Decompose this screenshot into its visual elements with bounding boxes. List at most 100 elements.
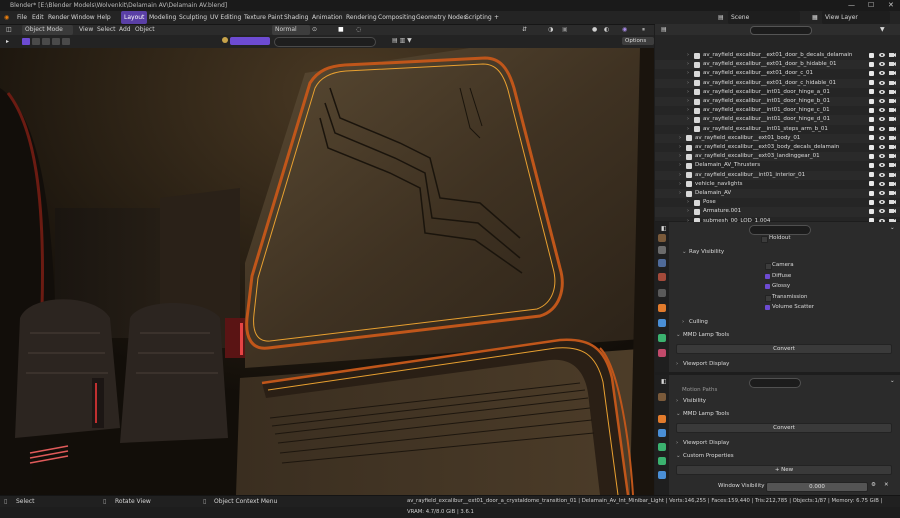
visibility-eye-icon[interactable] — [879, 116, 885, 122]
new-property-button[interactable]: + New — [676, 465, 892, 475]
render-camera-icon[interactable] — [889, 126, 896, 132]
expand-arrow-icon[interactable]: › — [687, 115, 689, 124]
custom-properties-toggle-icon[interactable]: ⌄ — [676, 453, 681, 459]
culling-toggle-icon[interactable]: › — [682, 319, 684, 325]
outliner-row[interactable]: › av_rayfield_excalibur__int01_door_hinge… — [655, 97, 900, 107]
modifier-tab-icon[interactable] — [658, 319, 666, 327]
mmd-lamp-tools-header[interactable]: MMD Lamp Tools — [683, 411, 729, 417]
render-camera-icon[interactable] — [889, 190, 896, 196]
blender-logo-icon[interactable]: ◉ — [4, 11, 9, 24]
convert-button[interactable]: Convert — [676, 344, 892, 354]
render-tab-icon[interactable] — [658, 246, 666, 254]
ray-checkbox[interactable] — [765, 294, 772, 302]
expand-arrow-icon[interactable]: › — [687, 198, 689, 207]
ray-checkbox[interactable] — [765, 305, 770, 310]
visibility-eye-icon[interactable] — [879, 126, 885, 132]
expand-arrow-icon[interactable]: › — [687, 69, 689, 78]
expand-arrow-icon[interactable]: › — [679, 189, 681, 198]
outliner-row[interactable]: › av_rayfield_excalibur__int01_door_hinge… — [655, 106, 900, 115]
menu-select[interactable]: Select — [97, 25, 116, 35]
render-camera-icon[interactable] — [889, 135, 896, 141]
visibility-eye-icon[interactable] — [879, 61, 885, 67]
editor-type-icon[interactable]: ◫ — [6, 25, 12, 35]
tab-shading[interactable]: Shading — [281, 11, 311, 24]
tab-scripting[interactable]: Scripting — [462, 11, 495, 24]
viewport-display-header[interactable]: Viewport Display — [683, 440, 729, 446]
outliner-row[interactable]: › av_rayfield_excalibur__int01_steps_arm_… — [655, 125, 900, 134]
visibility-filter-icon[interactable] — [222, 37, 228, 43]
exclude-checkbox[interactable] — [869, 135, 874, 141]
tab-animation[interactable]: Animation — [309, 11, 346, 24]
transform-orientation[interactable]: Normal — [272, 25, 310, 35]
menu-render[interactable]: Render — [48, 11, 69, 24]
physics-tab-icon[interactable] — [658, 334, 666, 342]
exclude-checkbox[interactable] — [869, 126, 874, 132]
window-visibility-field[interactable]: 0.000 — [766, 482, 868, 492]
motion-paths-header[interactable]: Motion Paths — [682, 387, 717, 393]
tab-texture-paint[interactable]: Texture Paint — [241, 11, 286, 24]
view-layer-tab-icon[interactable] — [658, 273, 666, 281]
menu-add[interactable]: Add — [119, 25, 131, 35]
outliner-editor-icon[interactable]: ▤ — [661, 26, 667, 33]
overlay-icon[interactable]: ◑ — [548, 25, 553, 35]
filter-toggles[interactable] — [230, 37, 270, 45]
outliner-row[interactable]: › av_rayfield_excalibur__ext03_body_decal… — [655, 143, 900, 152]
outliner-row[interactable]: › Armature.001 — [655, 207, 900, 217]
outliner-row[interactable]: › av_rayfield_excalibur__ext01_door_c_hid… — [655, 78, 900, 88]
shading-rendered-icon[interactable]: ◉ — [622, 25, 627, 35]
add-workspace-button[interactable]: + — [491, 11, 502, 24]
exclude-checkbox[interactable] — [869, 199, 874, 205]
render-camera-icon[interactable] — [889, 208, 896, 214]
render-camera-icon[interactable] — [889, 89, 896, 95]
snap-icon[interactable]: ■ — [338, 25, 344, 35]
ray-checkbox[interactable] — [765, 273, 770, 279]
visibility-eye-icon[interactable] — [879, 107, 885, 113]
menu-object[interactable]: Object — [135, 25, 155, 35]
toggle-sidebar-icon[interactable]: ⏸ — [642, 25, 645, 35]
outliner-row[interactable]: › Delamain_AV — [655, 189, 900, 199]
outliner-row[interactable]: › av_rayfield_excalibur__ext01_body_01 — [655, 133, 900, 143]
render-camera-icon[interactable] — [889, 61, 896, 67]
modifier-tab-icon[interactable] — [658, 429, 666, 437]
exclude-checkbox[interactable] — [869, 89, 874, 95]
tab-sculpting[interactable]: Sculpting — [176, 11, 210, 24]
viewport-display-header[interactable]: Viewport Display — [683, 361, 729, 367]
exclude-checkbox[interactable] — [869, 70, 874, 76]
expand-arrow-icon[interactable]: › — [687, 106, 689, 115]
visibility-eye-icon[interactable] — [879, 153, 885, 159]
xray-icon[interactable]: ▣ — [562, 25, 568, 35]
menu-window[interactable]: Window — [71, 11, 95, 24]
select-mode-subtract-icon[interactable] — [42, 38, 50, 45]
expand-arrow-icon[interactable]: › — [679, 152, 681, 161]
expand-arrow-icon[interactable]: › — [687, 79, 689, 88]
tool-tab-icon[interactable] — [658, 234, 666, 242]
menu-edit[interactable]: Edit — [32, 11, 44, 24]
expand-arrow-icon[interactable]: › — [679, 171, 681, 180]
render-camera-icon[interactable] — [889, 116, 896, 122]
visibility-eye-icon[interactable] — [879, 98, 885, 104]
properties-editor-icon[interactable]: ◧ — [661, 225, 667, 232]
custom-properties-header[interactable]: Custom Properties — [683, 453, 734, 459]
visibility-eye-icon[interactable] — [879, 135, 885, 141]
visibility-eye-icon[interactable] — [879, 70, 885, 76]
outliner-row[interactable]: › av_rayfield_excalibur__ext01_door_c_01 — [655, 69, 900, 78]
minimize-icon[interactable]: — — [848, 0, 855, 11]
expand-arrow-icon[interactable]: › — [687, 125, 689, 134]
select-box-icon[interactable] — [22, 38, 30, 45]
visibility-eye-icon[interactable] — [879, 52, 885, 58]
cursor-tool-icon[interactable]: ▸ — [6, 38, 13, 45]
menu-help[interactable]: Help — [97, 11, 111, 24]
outliner-row[interactable]: › av_rayfield_excalibur__int01_interior_0… — [655, 170, 900, 180]
options-button[interactable]: Options — [622, 37, 654, 45]
render-camera-icon[interactable] — [889, 80, 896, 86]
close-icon[interactable]: ✕ — [888, 0, 894, 11]
viewport-search-field[interactable] — [274, 37, 376, 47]
render-camera-icon[interactable] — [889, 199, 896, 205]
settings-gear-icon[interactable]: ⚙ — [871, 482, 876, 488]
3d-viewport[interactable] — [0, 48, 654, 495]
expand-arrow-icon[interactable]: › — [679, 180, 681, 189]
object-tab-icon[interactable] — [658, 304, 666, 312]
view-layer-selector[interactable]: View Layer — [822, 11, 890, 24]
exclude-checkbox[interactable] — [869, 98, 874, 104]
visibility-eye-icon[interactable] — [879, 190, 885, 196]
